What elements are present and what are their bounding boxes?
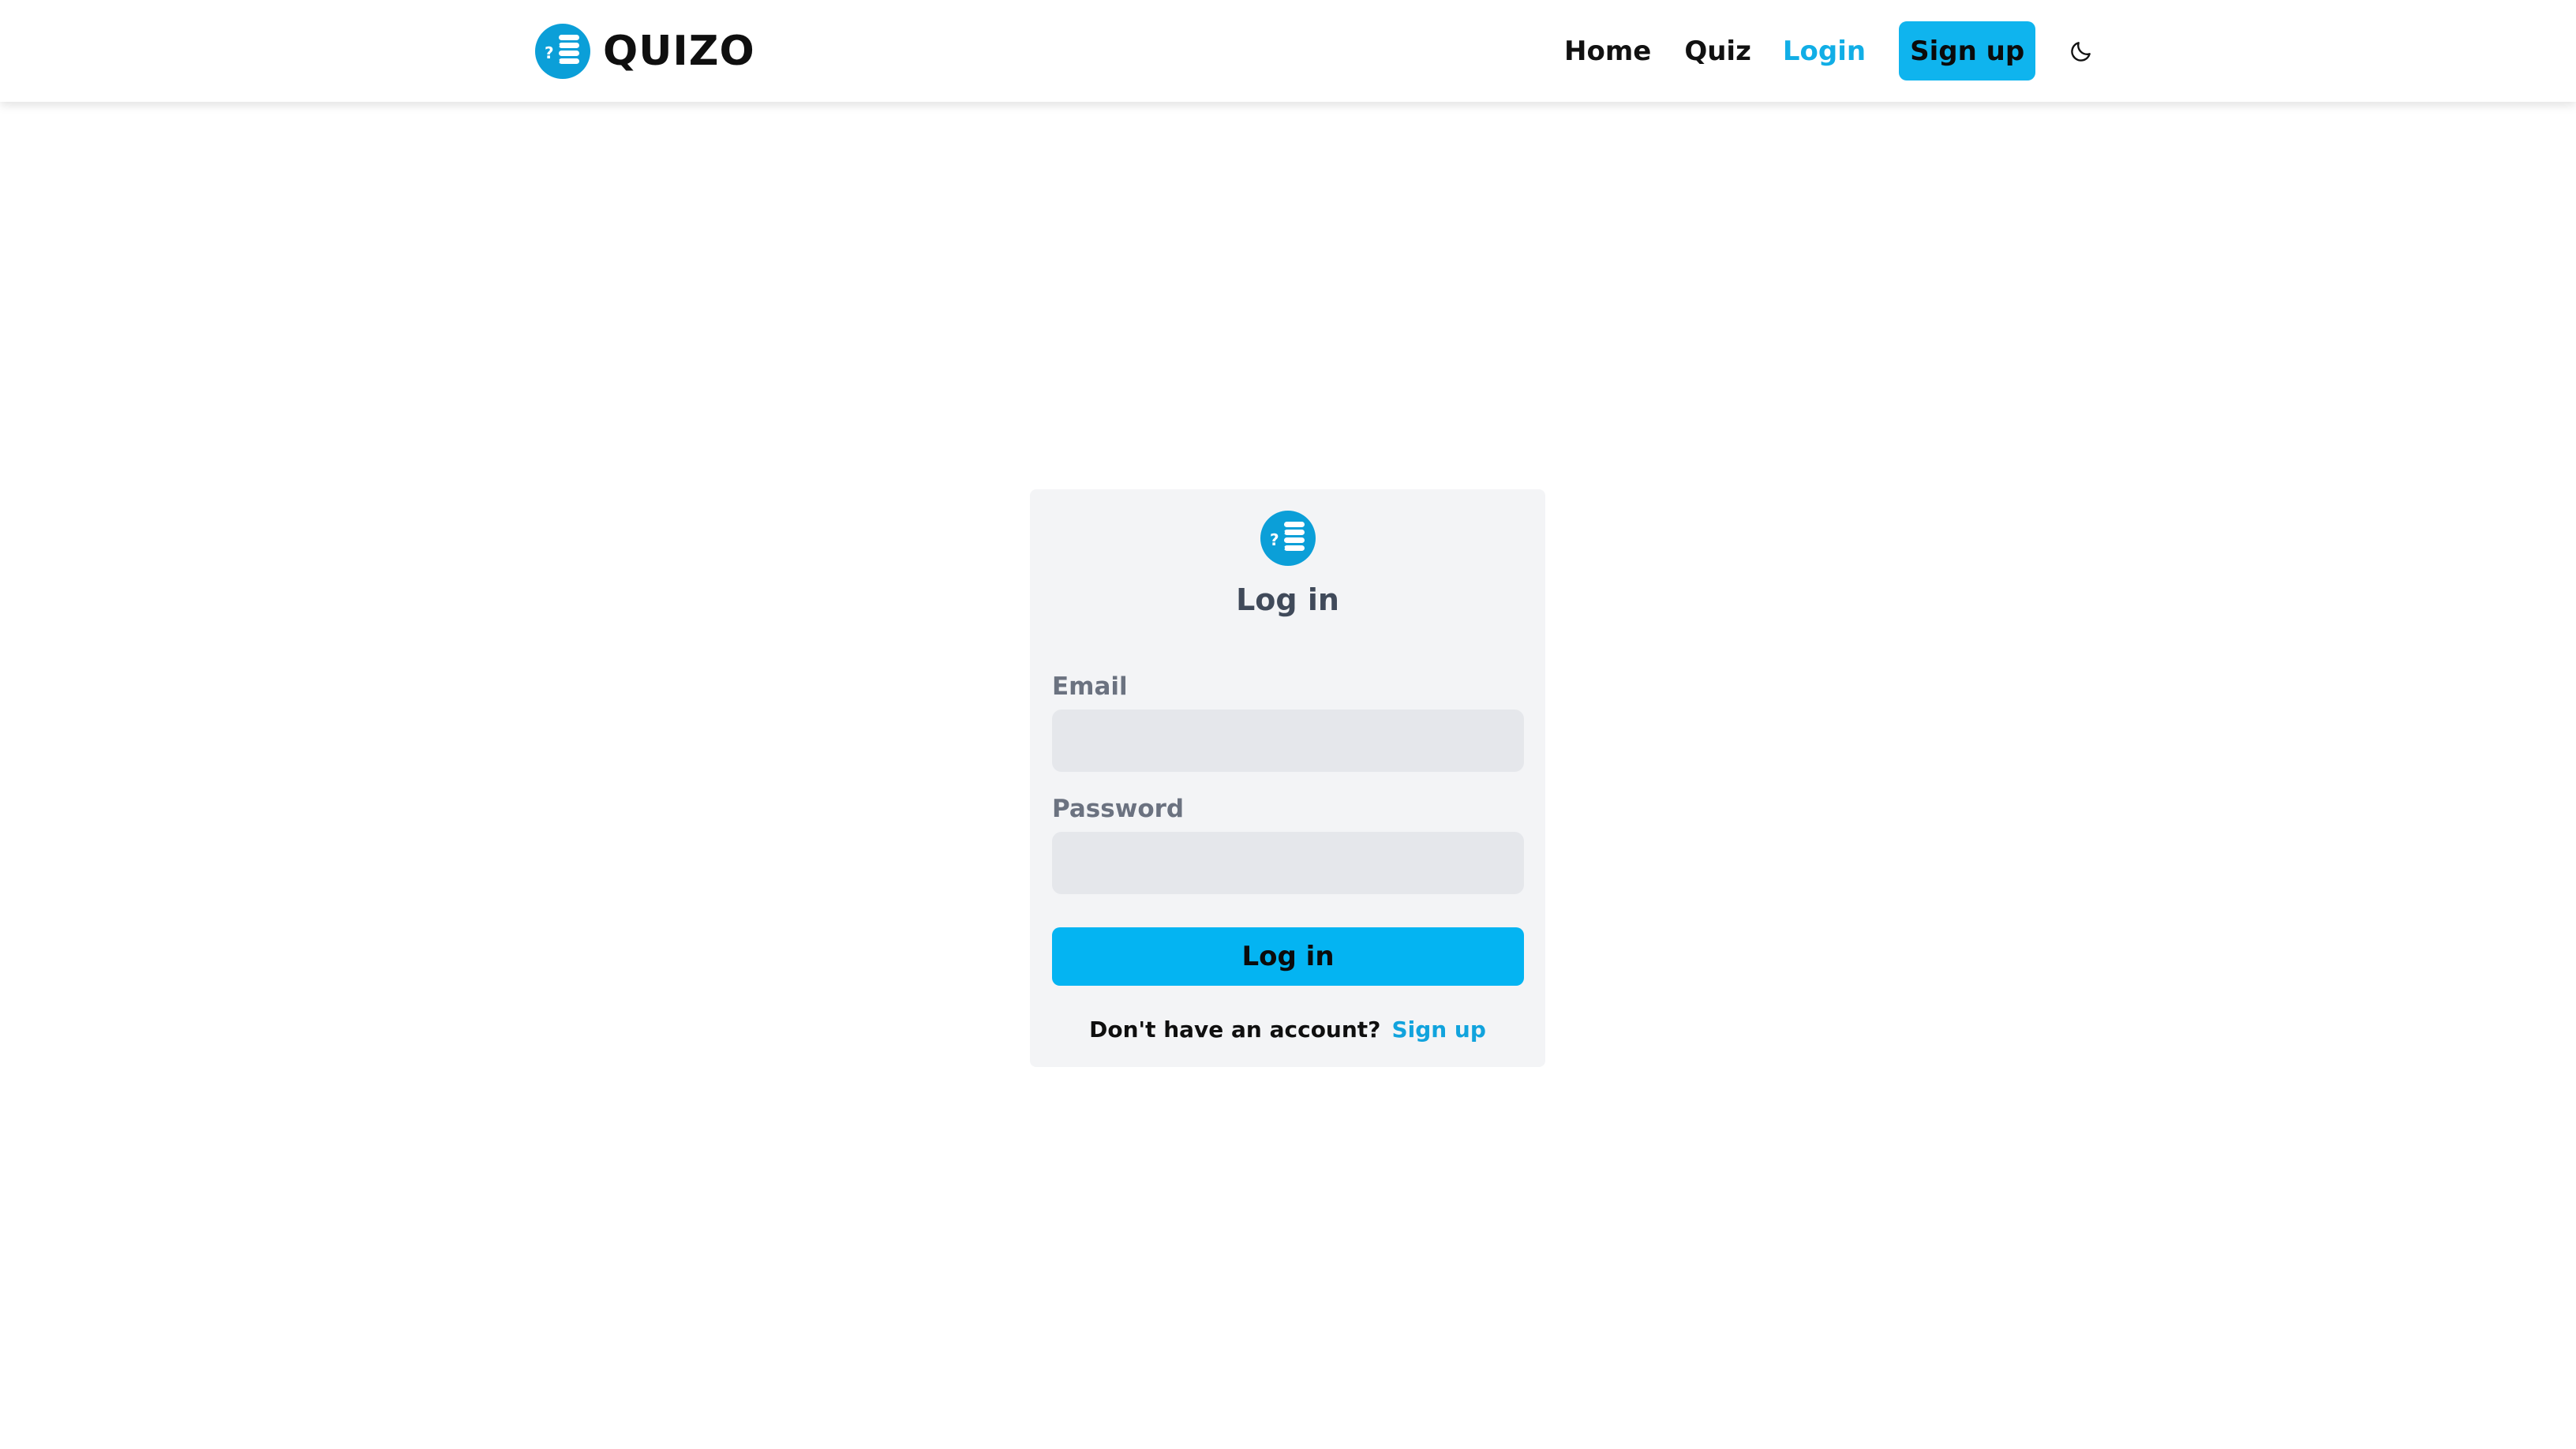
svg-text:?: ? <box>545 43 554 62</box>
nav-links: Home Quiz Login Sign up <box>1564 21 2097 80</box>
theme-toggle-button[interactable] <box>2065 36 2097 67</box>
svg-text:?: ? <box>1270 530 1279 549</box>
moon-icon <box>2071 41 2091 62</box>
login-title: Log in <box>1236 582 1339 617</box>
top-navbar: ? QUIZO Home Quiz Login Sign up <box>0 0 2576 102</box>
email-input[interactable] <box>1052 710 1524 772</box>
login-card: ? Log in Email Password Log in Don't hav… <box>1030 489 1545 1067</box>
brand-name: QUIZO <box>603 28 755 75</box>
password-input[interactable] <box>1052 832 1524 894</box>
nav-signup-button[interactable]: Sign up <box>1899 21 2036 80</box>
email-label: Email <box>1052 672 1128 701</box>
nav-login-link[interactable]: Login <box>1783 36 1866 67</box>
nav-home-link[interactable]: Home <box>1564 36 1651 67</box>
login-submit-button[interactable]: Log in <box>1052 927 1524 986</box>
signup-link[interactable]: Sign up <box>1391 1017 1485 1043</box>
quiz-logo-icon: ? <box>535 24 590 79</box>
quiz-logo-icon: ? <box>1260 511 1316 566</box>
brand-link[interactable]: ? QUIZO <box>535 24 755 79</box>
nav-quiz-link[interactable]: Quiz <box>1684 36 1751 67</box>
no-account-text: Don't have an account? <box>1089 1017 1381 1043</box>
signup-prompt: Don't have an account? Sign up <box>1030 1017 1545 1043</box>
password-label: Password <box>1052 795 1185 823</box>
